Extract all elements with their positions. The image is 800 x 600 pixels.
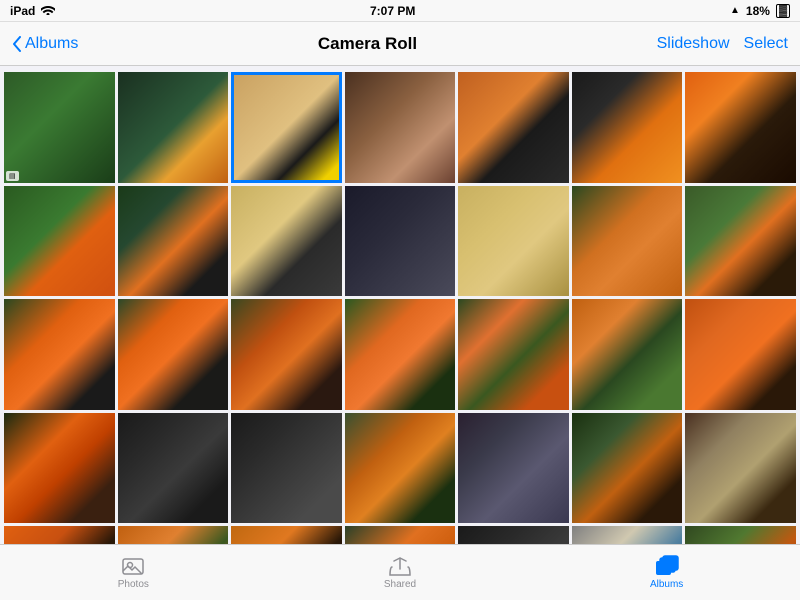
albums-tab-icon — [654, 555, 680, 577]
thumb-22 — [4, 413, 115, 524]
battery-icon: ▓ — [776, 4, 790, 18]
photo-thumbnail-20[interactable] — [572, 299, 683, 410]
photo-thumbnail-19[interactable] — [458, 299, 569, 410]
thumb-27 — [572, 413, 683, 524]
photo-thumbnail-12[interactable] — [458, 186, 569, 297]
overlay-1: ▤ — [6, 171, 19, 181]
battery-label: 18% — [746, 4, 770, 18]
thumb-24 — [231, 413, 342, 524]
thumb-7 — [685, 72, 796, 183]
status-time: 7:07 PM — [370, 4, 415, 18]
thumb-23 — [118, 413, 229, 524]
thumb-5 — [458, 72, 569, 183]
photo-thumbnail-18[interactable] — [345, 299, 456, 410]
thumb-29 — [4, 526, 115, 544]
photo-thumbnail-35[interactable] — [685, 526, 796, 544]
photo-thumbnail-34[interactable] — [572, 526, 683, 544]
thumb-8 — [4, 186, 115, 297]
photo-thumbnail-32[interactable] — [345, 526, 456, 544]
photo-grid: ▤ — [2, 70, 798, 544]
photos-tab-label: Photos — [118, 579, 149, 590]
shared-tab-icon — [387, 555, 413, 577]
photo-thumbnail-24[interactable] — [231, 413, 342, 524]
thumb-3 — [231, 72, 342, 183]
carrier-label: iPad — [10, 4, 35, 18]
thumb-17 — [231, 299, 342, 410]
photos-tab-icon — [120, 555, 146, 577]
status-bar: iPad 7:07 PM ▲ 18% ▓ — [0, 0, 800, 22]
thumb-15 — [4, 299, 115, 410]
thumb-11 — [345, 186, 456, 297]
photo-thumbnail-6[interactable] — [572, 72, 683, 183]
thumb-33 — [458, 526, 569, 544]
slideshow-button[interactable]: Slideshow — [657, 35, 730, 53]
thumb-26 — [458, 413, 569, 524]
tab-shared[interactable]: Shared — [365, 555, 435, 590]
thumb-34 — [572, 526, 683, 544]
thumb-28 — [685, 413, 796, 524]
photo-thumbnail-16[interactable] — [118, 299, 229, 410]
nav-bar: Albums Camera Roll Slideshow Select — [0, 22, 800, 66]
thumb-35 — [685, 526, 796, 544]
photo-thumbnail-9[interactable] — [118, 186, 229, 297]
photo-thumbnail-17[interactable] — [231, 299, 342, 410]
thumb-18 — [345, 299, 456, 410]
photo-thumbnail-13[interactable] — [572, 186, 683, 297]
photo-thumbnail-14[interactable] — [685, 186, 796, 297]
thumb-31 — [231, 526, 342, 544]
tab-bar: Photos Shared Albums — [0, 544, 800, 600]
wifi-icon — [41, 4, 55, 18]
thumb-32 — [345, 526, 456, 544]
status-right: ▲ 18% ▓ — [730, 4, 790, 18]
thumb-6 — [572, 72, 683, 183]
photo-thumbnail-25[interactable] — [345, 413, 456, 524]
tab-albums[interactable]: Albums — [632, 555, 702, 590]
page-title: Camera Roll — [318, 34, 417, 54]
signal-icon: ▲ — [730, 5, 740, 16]
photo-thumbnail-2[interactable] — [118, 72, 229, 183]
thumb-30 — [118, 526, 229, 544]
albums-tab-label: Albums — [650, 579, 683, 590]
tab-photos[interactable]: Photos — [98, 555, 168, 590]
back-label: Albums — [25, 35, 78, 53]
back-button[interactable]: Albums — [12, 35, 78, 53]
thumb-14 — [685, 186, 796, 297]
photo-thumbnail-4[interactable] — [345, 72, 456, 183]
photo-thumbnail-3[interactable] — [231, 72, 342, 183]
photo-thumbnail-1[interactable]: ▤ — [4, 72, 115, 183]
thumb-19 — [458, 299, 569, 410]
thumb-4 — [345, 72, 456, 183]
photo-thumbnail-8[interactable] — [4, 186, 115, 297]
thumb-2 — [118, 72, 229, 183]
photo-thumbnail-29[interactable] — [4, 526, 115, 544]
select-button[interactable]: Select — [744, 35, 788, 53]
thumb-20 — [572, 299, 683, 410]
photo-thumbnail-15[interactable] — [4, 299, 115, 410]
thumb-21 — [685, 299, 796, 410]
photo-grid-container: ▤ — [0, 66, 800, 544]
photo-thumbnail-7[interactable] — [685, 72, 796, 183]
photo-thumbnail-30[interactable] — [118, 526, 229, 544]
photo-thumbnail-23[interactable] — [118, 413, 229, 524]
thumb-25 — [345, 413, 456, 524]
photo-thumbnail-5[interactable] — [458, 72, 569, 183]
photo-thumbnail-26[interactable] — [458, 413, 569, 524]
thumb-1 — [4, 72, 115, 183]
photo-thumbnail-33[interactable] — [458, 526, 569, 544]
photo-thumbnail-21[interactable] — [685, 299, 796, 410]
status-left: iPad — [10, 4, 55, 18]
nav-actions: Slideshow Select — [657, 35, 788, 53]
photo-thumbnail-10[interactable] — [231, 186, 342, 297]
thumb-12 — [458, 186, 569, 297]
photo-thumbnail-11[interactable] — [345, 186, 456, 297]
thumb-10 — [231, 186, 342, 297]
photo-thumbnail-22[interactable] — [4, 413, 115, 524]
thumb-16 — [118, 299, 229, 410]
thumb-9 — [118, 186, 229, 297]
photo-thumbnail-28[interactable] — [685, 413, 796, 524]
thumb-13 — [572, 186, 683, 297]
photo-thumbnail-27[interactable] — [572, 413, 683, 524]
photo-thumbnail-31[interactable] — [231, 526, 342, 544]
shared-tab-label: Shared — [384, 579, 416, 590]
